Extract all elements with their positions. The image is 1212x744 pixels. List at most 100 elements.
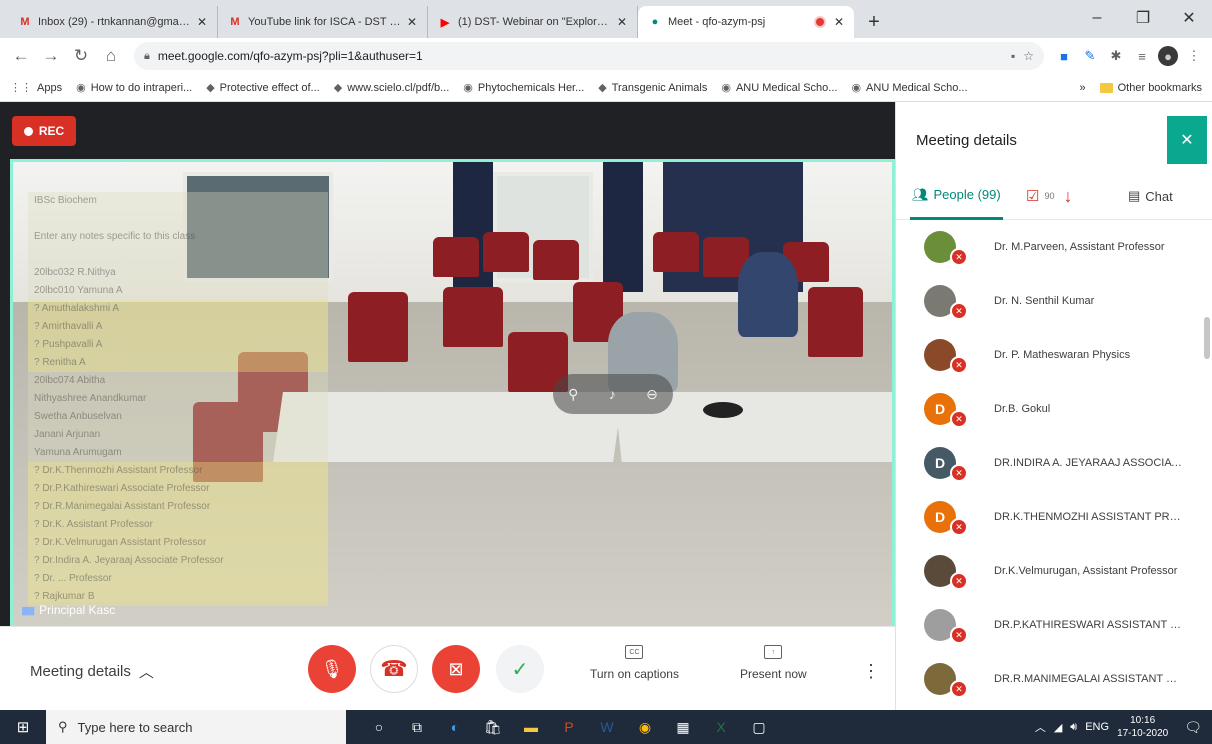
notifications-icon[interactable]: 🗨︎ bbox=[1184, 719, 1202, 736]
tab-title: (1) DST- Webinar on "Exploration bbox=[458, 16, 611, 28]
participant-row[interactable]: ✕ DR.P.KATHIRESWARI ASSISTANT PRO... bbox=[896, 598, 1212, 652]
tab-title: YouTube link for ISCA - DST - Go bbox=[248, 16, 401, 28]
other-bookmarks-folder[interactable]: Other bookmarks bbox=[1099, 82, 1202, 94]
present-now-button[interactable]: ↑ Present now bbox=[740, 645, 807, 681]
remove-icon[interactable]: ⊖ bbox=[646, 386, 658, 403]
bookmark-item[interactable]: ⋮⋮ Apps bbox=[10, 81, 62, 95]
tab-close-icon[interactable]: ✕ bbox=[197, 15, 207, 29]
language-indicator[interactable]: ENG bbox=[1085, 721, 1109, 733]
calculator-icon[interactable]: ▦ bbox=[668, 712, 698, 742]
tab-close-icon[interactable]: ✕ bbox=[834, 15, 844, 29]
star-icon[interactable]: ☆ bbox=[1023, 49, 1034, 63]
bookmarks-overflow-chevron[interactable]: » bbox=[1080, 82, 1086, 94]
tab-close-icon[interactable]: ✕ bbox=[407, 15, 417, 29]
youtube-icon: ▶ bbox=[440, 16, 450, 29]
participant-name: DR.INDIRA A. JEYARAAJ ASSOCIATE... bbox=[994, 457, 1184, 469]
reading-list-icon[interactable]: ≡ bbox=[1132, 46, 1152, 66]
menu-kebab-icon[interactable]: ⋮ bbox=[1184, 46, 1204, 66]
camera-blocked-icon[interactable]: ▪ bbox=[1011, 49, 1015, 63]
window-controls: – ❐ ✕ bbox=[1074, 0, 1212, 36]
main-video-tile[interactable]: IBSc Biochem Enter any notes specific to … bbox=[10, 159, 895, 628]
meeting-details-toggle[interactable]: Meeting details ︿ bbox=[30, 661, 154, 682]
leave-call-button[interactable]: ☎︎ bbox=[370, 645, 418, 693]
extension-icon[interactable]: ■ bbox=[1054, 46, 1074, 66]
browser-tab[interactable]: M Inbox (29) - rtnkannan@gmail.co ✕ bbox=[8, 6, 218, 38]
word-icon[interactable]: W bbox=[592, 712, 622, 742]
meeting-details-label: Meeting details bbox=[30, 663, 131, 680]
bookmark-item[interactable]: ◉ Phytochemicals Her... bbox=[463, 81, 584, 95]
excel-icon[interactable]: X bbox=[706, 712, 736, 742]
app-icon[interactable]: ▢ bbox=[744, 712, 774, 742]
participant-row[interactable]: D ✕ Dr.B. Gokul bbox=[896, 382, 1212, 436]
extension-icon[interactable]: ✎ bbox=[1080, 46, 1100, 66]
mic-muted-icon: ✕ bbox=[950, 680, 968, 698]
call-controls-bar: Meeting details ︿ 🎙︎ ☎︎ ⊠ ✓ CC Turn on c… bbox=[0, 626, 895, 710]
store-icon[interactable]: 🛍︎ bbox=[478, 712, 508, 742]
new-tab-button[interactable]: + bbox=[860, 8, 888, 36]
participant-row[interactable]: ✕ Dr. M.Parveen, Assistant Professor bbox=[896, 220, 1212, 274]
meeting-details-panel: Meeting details ✕ 👥︎ People (99) ☑ 90 ↓ … bbox=[895, 102, 1212, 710]
participant-row[interactable]: D ✕ DR.K.THENMOZHI ASSISTANT PROFE... bbox=[896, 490, 1212, 544]
chevron-up-icon[interactable]: ︿ bbox=[1035, 719, 1046, 735]
participant-row[interactable]: ✕ Dr.K.Velmurugan, Assistant Professor bbox=[896, 544, 1212, 598]
cortana-icon[interactable]: ○ bbox=[364, 712, 394, 742]
tab-attendance[interactable]: ☑ 90 ↓ bbox=[1026, 172, 1072, 220]
attendance-check-button[interactable]: ✓ bbox=[496, 645, 544, 693]
clock[interactable]: 10:16 17-10-2020 bbox=[1117, 714, 1168, 740]
meet-stage: REC IBSc Biochem Enter any notes specifi… bbox=[0, 102, 895, 710]
chair bbox=[348, 292, 408, 362]
tab-people[interactable]: 👥︎ People (99) bbox=[910, 172, 1003, 220]
close-window-icon[interactable]: ✕ bbox=[1166, 0, 1212, 36]
more-options-icon[interactable]: ⋮ bbox=[862, 661, 880, 682]
reload-icon[interactable]: ↻ bbox=[68, 43, 94, 69]
participant-row[interactable]: D ✕ DR.INDIRA A. JEYARAAJ ASSOCIATE... bbox=[896, 436, 1212, 490]
puzzle-icon[interactable]: ✱ bbox=[1106, 46, 1126, 66]
mic-muted-icon: ✕ bbox=[950, 248, 968, 266]
task-view-icon[interactable]: ⧉ bbox=[402, 712, 432, 742]
volume-icon[interactable]: 🔊︎ bbox=[1070, 721, 1077, 734]
profile-avatar[interactable]: ● bbox=[1158, 46, 1178, 66]
scrollbar[interactable] bbox=[1204, 317, 1210, 359]
tab-title: Meet - qfo-azym-psj bbox=[668, 16, 766, 28]
participant-name: DR.K.THENMOZHI ASSISTANT PROFE... bbox=[994, 511, 1184, 523]
address-bar[interactable]: 🔒︎ meet.google.com/qfo-azym-psj?pli=1&au… bbox=[134, 42, 1044, 70]
back-icon[interactable]: ← bbox=[8, 43, 34, 69]
browser-tab[interactable]: ● Meet - qfo-azym-psj ✕ bbox=[638, 6, 854, 38]
forward-icon[interactable]: → bbox=[38, 43, 64, 69]
file-explorer-icon[interactable]: ▬ bbox=[516, 712, 546, 742]
participant-row[interactable]: ✕ Dr. P. Matheswaran Physics bbox=[896, 328, 1212, 382]
bookmark-item[interactable]: ◆ Transgenic Animals bbox=[598, 81, 707, 95]
participant-row[interactable]: ✕ DR.R.MANIMEGALAI ASSISTANT PRO... bbox=[896, 652, 1212, 706]
overlay-row: ? Dr.K.Thenmozhi Assistant Professor bbox=[28, 462, 328, 480]
mic-icon[interactable]: ♪ bbox=[609, 386, 616, 402]
bookmark-item[interactable]: ◉ ANU Medical Scho... bbox=[851, 81, 967, 95]
checkbox-icon: ☑ bbox=[1026, 188, 1040, 205]
panel-header: Meeting details ✕ bbox=[896, 102, 1212, 172]
windows-start-icon[interactable]: ⊞ bbox=[0, 710, 46, 744]
bookmark-item[interactable]: ◉ How to do intraperi... bbox=[76, 81, 192, 95]
participant-name: Dr. M.Parveen, Assistant Professor bbox=[994, 241, 1165, 253]
home-icon[interactable]: ⌂ bbox=[98, 43, 124, 69]
network-icon[interactable]: ◢ bbox=[1054, 721, 1062, 734]
taskbar-search[interactable]: ⚲ Type here to search bbox=[46, 710, 346, 744]
bookmark-item[interactable]: ◉ ANU Medical Scho... bbox=[721, 81, 837, 95]
minimize-icon[interactable]: – bbox=[1074, 0, 1120, 36]
camera-off-button[interactable]: ⊠ bbox=[432, 645, 480, 693]
pin-icon[interactable]: ⚲ bbox=[568, 386, 578, 403]
bookmark-item[interactable]: ◆ Protective effect of... bbox=[206, 81, 320, 95]
participant-row[interactable]: ✕ Dr. N. Senthil Kumar bbox=[896, 274, 1212, 328]
bookmark-item[interactable]: ◆ www.scielo.cl/pdf/b... bbox=[334, 81, 450, 95]
captions-button[interactable]: CC Turn on captions bbox=[590, 645, 679, 681]
overlay-row: ? Dr. ... Professor bbox=[28, 570, 328, 588]
browser-tab[interactable]: ▶ (1) DST- Webinar on "Exploration ✕ bbox=[428, 6, 638, 38]
mic-off-button[interactable]: 🎙︎ bbox=[308, 645, 356, 693]
restore-icon[interactable]: ❐ bbox=[1120, 0, 1166, 36]
tab-chat[interactable]: ▤ Chat bbox=[1128, 172, 1173, 220]
close-panel-button[interactable]: ✕ bbox=[1167, 116, 1207, 164]
browser-tab[interactable]: M YouTube link for ISCA - DST - Go ✕ bbox=[218, 6, 428, 38]
edge-icon[interactable]: ◐ bbox=[440, 712, 470, 742]
chrome-icon[interactable]: ◉ bbox=[630, 712, 660, 742]
tab-close-icon[interactable]: ✕ bbox=[617, 15, 627, 29]
search-icon: ⚲ bbox=[58, 719, 68, 734]
powerpoint-icon[interactable]: P bbox=[554, 712, 584, 742]
